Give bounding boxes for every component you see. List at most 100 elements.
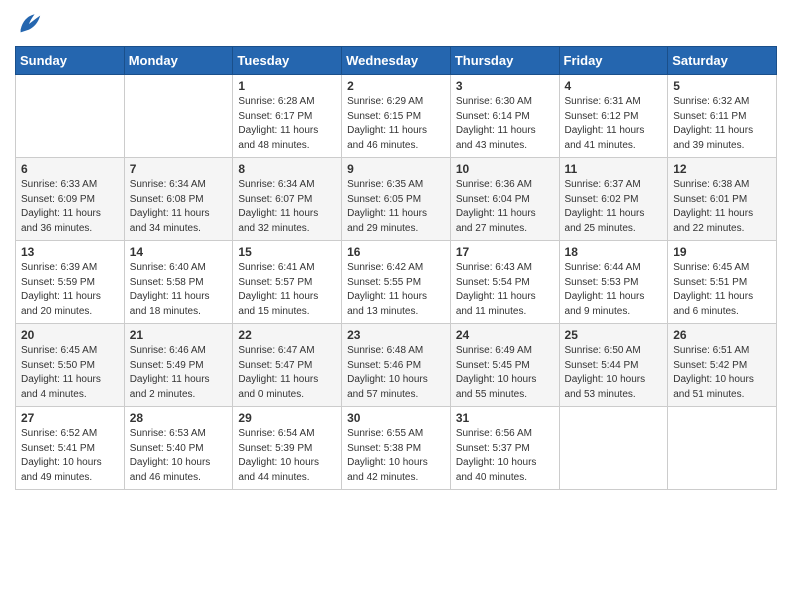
calendar-cell: 5 Sunrise: 6:32 AMSunset: 6:11 PMDaylight… — [668, 75, 777, 158]
day-info: Sunrise: 6:47 AMSunset: 5:47 PMDaylight:… — [238, 344, 336, 402]
calendar-cell: 29 Sunrise: 6:54 AMSunset: 5:39 PMDayligh… — [233, 407, 342, 490]
calendar-week-row: 6 Sunrise: 6:33 AMSunset: 6:09 PMDaylight… — [16, 158, 777, 241]
day-number: 1 — [238, 79, 336, 93]
day-number: 7 — [130, 162, 228, 176]
day-number: 31 — [456, 411, 554, 425]
day-info: Sunrise: 6:40 AMSunset: 5:58 PMDaylight:… — [130, 261, 228, 319]
logo — [15, 10, 47, 38]
day-info: Sunrise: 6:39 AMSunset: 5:59 PMDaylight:… — [21, 261, 119, 319]
day-info: Sunrise: 6:36 AMSunset: 6:04 PMDaylight:… — [456, 178, 554, 236]
day-number: 10 — [456, 162, 554, 176]
day-info: Sunrise: 6:51 AMSunset: 5:42 PMDaylight:… — [673, 344, 771, 402]
day-info: Sunrise: 6:41 AMSunset: 5:57 PMDaylight:… — [238, 261, 336, 319]
calendar-cell: 20 Sunrise: 6:45 AMSunset: 5:50 PMDayligh… — [16, 324, 125, 407]
calendar-cell: 23Sunrise: 6:48 AMSunset: 5:46 PMDayligh… — [342, 324, 451, 407]
day-number: 27 — [21, 411, 119, 425]
calendar-week-row: 1 Sunrise: 6:28 AMSunset: 6:17 PMDaylight… — [16, 75, 777, 158]
day-info: Sunrise: 6:37 AMSunset: 6:02 PMDaylight:… — [565, 178, 663, 236]
day-number: 24 — [456, 328, 554, 342]
day-info: Sunrise: 6:33 AMSunset: 6:09 PMDaylight:… — [21, 178, 119, 236]
weekday-header: Saturday — [668, 47, 777, 75]
day-info: Sunrise: 6:56 AMSunset: 5:37 PMDaylight:… — [456, 427, 554, 485]
day-info: Sunrise: 6:45 AMSunset: 5:51 PMDaylight:… — [673, 261, 771, 319]
day-info: Sunrise: 6:38 AMSunset: 6:01 PMDaylight:… — [673, 178, 771, 236]
calendar-cell: 25Sunrise: 6:50 AMSunset: 5:44 PMDayligh… — [559, 324, 668, 407]
day-number: 8 — [238, 162, 336, 176]
weekday-header: Friday — [559, 47, 668, 75]
weekday-header: Wednesday — [342, 47, 451, 75]
day-number: 4 — [565, 79, 663, 93]
day-info: Sunrise: 6:31 AMSunset: 6:12 PMDaylight:… — [565, 95, 663, 153]
day-number: 9 — [347, 162, 445, 176]
day-number: 2 — [347, 79, 445, 93]
day-number: 20 — [21, 328, 119, 342]
day-info: Sunrise: 6:53 AMSunset: 5:40 PMDaylight:… — [130, 427, 228, 485]
day-info: Sunrise: 6:54 AMSunset: 5:39 PMDaylight:… — [238, 427, 336, 485]
calendar-cell — [559, 407, 668, 490]
calendar-cell: 9 Sunrise: 6:35 AMSunset: 6:05 PMDaylight… — [342, 158, 451, 241]
calendar-cell: 8 Sunrise: 6:34 AMSunset: 6:07 PMDaylight… — [233, 158, 342, 241]
calendar-cell: 19 Sunrise: 6:45 AMSunset: 5:51 PMDayligh… — [668, 241, 777, 324]
day-info: Sunrise: 6:34 AMSunset: 6:08 PMDaylight:… — [130, 178, 228, 236]
day-info: Sunrise: 6:35 AMSunset: 6:05 PMDaylight:… — [347, 178, 445, 236]
calendar-cell: 24 Sunrise: 6:49 AMSunset: 5:45 PMDayligh… — [450, 324, 559, 407]
day-number: 14 — [130, 245, 228, 259]
day-number: 15 — [238, 245, 336, 259]
calendar-cell: 3Sunrise: 6:30 AMSunset: 6:14 PMDaylight… — [450, 75, 559, 158]
calendar-header-row: SundayMondayTuesdayWednesdayThursdayFrid… — [16, 47, 777, 75]
day-number: 18 — [565, 245, 663, 259]
calendar-cell: 26Sunrise: 6:51 AMSunset: 5:42 PMDayligh… — [668, 324, 777, 407]
calendar-cell: 13Sunrise: 6:39 AMSunset: 5:59 PMDayligh… — [16, 241, 125, 324]
calendar-page: SundayMondayTuesdayWednesdayThursdayFrid… — [0, 0, 792, 612]
weekday-header: Sunday — [16, 47, 125, 75]
logo-bird-icon — [15, 10, 43, 38]
weekday-header: Monday — [124, 47, 233, 75]
day-number: 3 — [456, 79, 554, 93]
day-info: Sunrise: 6:28 AMSunset: 6:17 PMDaylight:… — [238, 95, 336, 153]
day-number: 22 — [238, 328, 336, 342]
day-number: 5 — [673, 79, 771, 93]
day-info: Sunrise: 6:50 AMSunset: 5:44 PMDaylight:… — [565, 344, 663, 402]
day-info: Sunrise: 6:49 AMSunset: 5:45 PMDaylight:… — [456, 344, 554, 402]
weekday-header: Thursday — [450, 47, 559, 75]
day-info: Sunrise: 6:42 AMSunset: 5:55 PMDaylight:… — [347, 261, 445, 319]
day-number: 29 — [238, 411, 336, 425]
day-number: 12 — [673, 162, 771, 176]
day-info: Sunrise: 6:29 AMSunset: 6:15 PMDaylight:… — [347, 95, 445, 153]
page-header — [15, 10, 777, 38]
day-info: Sunrise: 6:44 AMSunset: 5:53 PMDaylight:… — [565, 261, 663, 319]
day-info: Sunrise: 6:34 AMSunset: 6:07 PMDaylight:… — [238, 178, 336, 236]
day-info: Sunrise: 6:46 AMSunset: 5:49 PMDaylight:… — [130, 344, 228, 402]
day-number: 30 — [347, 411, 445, 425]
calendar-cell — [124, 75, 233, 158]
day-info: Sunrise: 6:45 AMSunset: 5:50 PMDaylight:… — [21, 344, 119, 402]
calendar-cell — [16, 75, 125, 158]
calendar-cell: 12 Sunrise: 6:38 AMSunset: 6:01 PMDayligh… — [668, 158, 777, 241]
calendar-cell: 17 Sunrise: 6:43 AMSunset: 5:54 PMDayligh… — [450, 241, 559, 324]
day-info: Sunrise: 6:55 AMSunset: 5:38 PMDaylight:… — [347, 427, 445, 485]
day-info: Sunrise: 6:52 AMSunset: 5:41 PMDaylight:… — [21, 427, 119, 485]
calendar-cell: 11 Sunrise: 6:37 AMSunset: 6:02 PMDayligh… — [559, 158, 668, 241]
day-number: 11 — [565, 162, 663, 176]
day-number: 21 — [130, 328, 228, 342]
calendar-cell: 7 Sunrise: 6:34 AMSunset: 6:08 PMDaylight… — [124, 158, 233, 241]
day-info: Sunrise: 6:43 AMSunset: 5:54 PMDaylight:… — [456, 261, 554, 319]
calendar-cell: 18 Sunrise: 6:44 AMSunset: 5:53 PMDayligh… — [559, 241, 668, 324]
day-number: 6 — [21, 162, 119, 176]
calendar-cell: 10 Sunrise: 6:36 AMSunset: 6:04 PMDayligh… — [450, 158, 559, 241]
calendar-cell: 30 Sunrise: 6:55 AMSunset: 5:38 PMDayligh… — [342, 407, 451, 490]
calendar-week-row: 13Sunrise: 6:39 AMSunset: 5:59 PMDayligh… — [16, 241, 777, 324]
calendar-cell — [668, 407, 777, 490]
calendar-cell: 31 Sunrise: 6:56 AMSunset: 5:37 PMDayligh… — [450, 407, 559, 490]
calendar-cell: 16Sunrise: 6:42 AMSunset: 5:55 PMDayligh… — [342, 241, 451, 324]
day-number: 19 — [673, 245, 771, 259]
calendar-cell: 2 Sunrise: 6:29 AMSunset: 6:15 PMDaylight… — [342, 75, 451, 158]
calendar-cell: 15 Sunrise: 6:41 AMSunset: 5:57 PMDayligh… — [233, 241, 342, 324]
calendar-cell: 21 Sunrise: 6:46 AMSunset: 5:49 PMDayligh… — [124, 324, 233, 407]
calendar-cell: 27 Sunrise: 6:52 AMSunset: 5:41 PMDayligh… — [16, 407, 125, 490]
calendar-cell: 14 Sunrise: 6:40 AMSunset: 5:58 PMDayligh… — [124, 241, 233, 324]
day-number: 17 — [456, 245, 554, 259]
calendar-cell: 1 Sunrise: 6:28 AMSunset: 6:17 PMDaylight… — [233, 75, 342, 158]
day-info: Sunrise: 6:32 AMSunset: 6:11 PMDaylight:… — [673, 95, 771, 153]
calendar-cell: 4 Sunrise: 6:31 AMSunset: 6:12 PMDaylight… — [559, 75, 668, 158]
